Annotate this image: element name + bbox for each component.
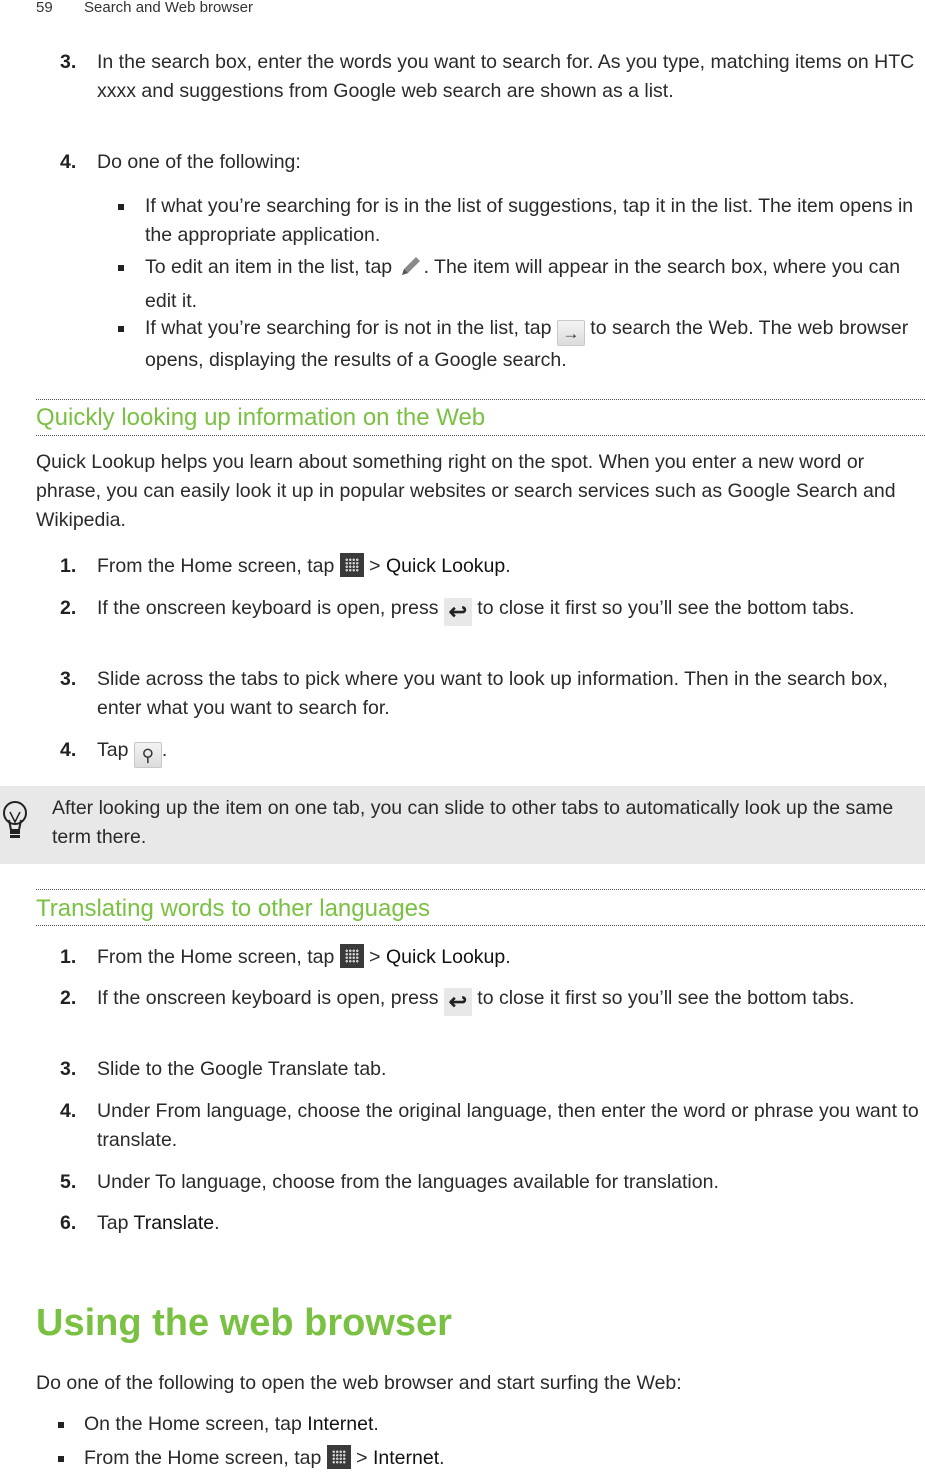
step-item: 4. Do one of the following: [60, 151, 301, 173]
step-item: 4. Tap ⚲. [60, 736, 920, 768]
bullet-item: To edit an item in the list, tap . The i… [118, 253, 918, 316]
bullet-marker [58, 1456, 64, 1462]
bullet-marker [118, 204, 124, 210]
search-icon: ⚲ [133, 742, 162, 768]
divider [36, 889, 925, 890]
bullet-item: From the Home screen, tap > Internet. [58, 1444, 918, 1473]
pencil-icon [398, 254, 424, 287]
all-apps-icon [339, 944, 364, 968]
all-apps-icon [326, 1445, 351, 1469]
lightbulb-icon [2, 800, 28, 849]
bullet-item: On the Home screen, tap Internet. [58, 1410, 918, 1439]
divider [36, 435, 925, 436]
step-item: 4. Under From language, choose the origi… [60, 1100, 919, 1151]
step-item: 2. If the onscreen keyboard is open, pre… [60, 987, 855, 1016]
all-apps-icon [339, 553, 364, 577]
quick-lookup-label: Quick Lookup [386, 555, 506, 577]
translate-label: Translate [133, 1212, 215, 1234]
chapter-title: Search and Web browser [84, 0, 253, 16]
bullet-marker [118, 265, 124, 271]
bullet-marker [118, 326, 124, 332]
page-number: 59 [36, 0, 53, 16]
bullet-item: If what you’re searching for is in the l… [118, 192, 918, 250]
step-item: 1. From the Home screen, tap > Quick Loo… [60, 553, 511, 577]
tip-box: After looking up the item on one tab, yo… [0, 786, 925, 864]
section-heading-web-browser: Using the web browser [36, 1302, 452, 1344]
back-icon: ↩ [443, 598, 472, 626]
internet-label: Internet [373, 1447, 440, 1469]
tip-text: After looking up the item on one tab, yo… [52, 797, 894, 848]
step-item: 2. If the onscreen keyboard is open, pre… [60, 597, 855, 626]
step-item: 1. From the Home screen, tap > Quick Loo… [60, 944, 511, 968]
bullet-item: If what you’re searching for is not in t… [118, 314, 918, 375]
step-item: 3. Slide to the Google Translate tab. [60, 1058, 387, 1080]
divider [36, 399, 925, 400]
section-intro: Quick Lookup helps you learn about somet… [36, 451, 896, 531]
back-icon: ↩ [443, 988, 472, 1016]
step-item: 3. Slide across the tabs to pick where y… [60, 668, 888, 719]
step-item: 5. Under To language, choose from the la… [60, 1171, 719, 1193]
step-item: 6. Tap Translate. [60, 1212, 220, 1234]
arrow-right-icon: → [556, 320, 585, 346]
internet-label: Internet [307, 1413, 374, 1435]
section-heading-quick-lookup: Quickly looking up information on the We… [36, 404, 486, 431]
divider [36, 925, 925, 926]
section-intro: Do one of the following to open the web … [36, 1372, 682, 1394]
step-item: 3. In the search box, enter the words yo… [60, 51, 915, 102]
page-header: 59 Search and Web browser [36, 0, 253, 16]
quick-lookup-label: Quick Lookup [386, 946, 506, 968]
bullet-marker [58, 1422, 64, 1428]
section-heading-translate: Translating words to other languages [36, 895, 431, 922]
